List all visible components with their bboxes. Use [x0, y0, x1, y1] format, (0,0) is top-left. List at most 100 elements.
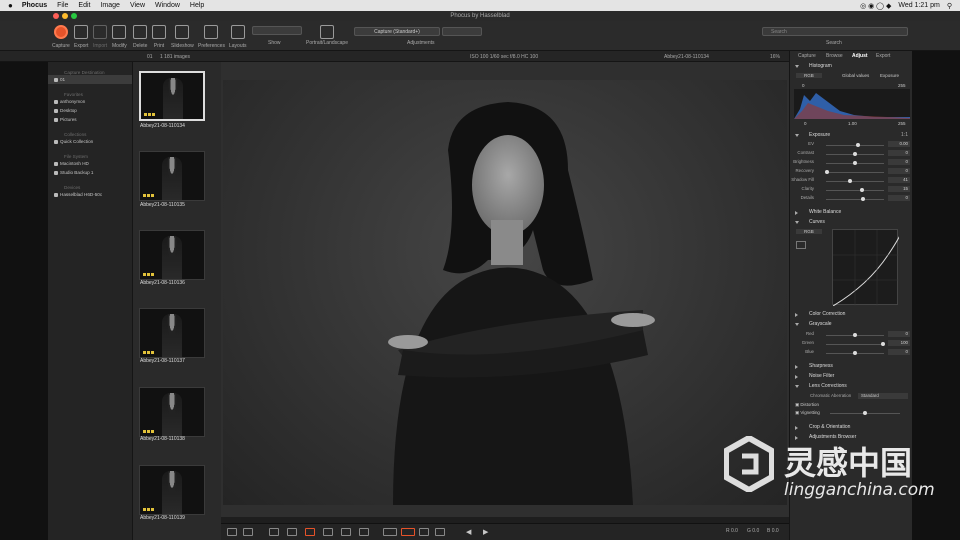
- slider-value[interactable]: 0: [888, 349, 910, 355]
- slider-value[interactable]: 0: [888, 150, 910, 156]
- menu-app[interactable]: Phocus: [22, 2, 47, 9]
- thumbnail[interactable]: [139, 465, 205, 515]
- levels-mid[interactable]: 1.00: [848, 121, 857, 126]
- slider-value[interactable]: 0: [888, 168, 910, 174]
- chromatic-aberration-select[interactable]: Standard: [858, 393, 908, 399]
- print-button[interactable]: Print: [152, 23, 166, 49]
- device-item[interactable]: Hasselblad H6D-50c: [48, 190, 132, 199]
- slider-ev[interactable]: EV 0.00: [790, 141, 913, 149]
- apple-icon[interactable]: ●: [8, 1, 13, 10]
- slider-shadow-fill[interactable]: Shadow Fill 41: [790, 177, 913, 185]
- zoom-icon[interactable]: [359, 528, 369, 536]
- thumbnail[interactable]: [139, 151, 205, 201]
- capture-button[interactable]: Capture: [52, 23, 70, 49]
- levels-low[interactable]: 0: [804, 121, 807, 126]
- slider-value[interactable]: 41: [888, 177, 910, 183]
- folder-item[interactable]: 01: [48, 75, 132, 84]
- slider-value[interactable]: 100: [888, 340, 910, 346]
- slider-brightness[interactable]: Brightness 0: [790, 159, 913, 167]
- minimize-window-button[interactable]: [62, 13, 68, 19]
- menu-view[interactable]: View: [130, 2, 145, 9]
- slider-value[interactable]: 0: [888, 159, 910, 165]
- menu-file[interactable]: File: [57, 2, 68, 9]
- slider-knob[interactable]: [855, 143, 860, 147]
- capture-mode-select[interactable]: Capture (Standard+): [354, 27, 440, 36]
- slideshow-button[interactable]: Slideshow: [171, 23, 194, 49]
- rating-stars[interactable]: [143, 194, 154, 197]
- tab-capture[interactable]: Capture: [798, 53, 816, 59]
- eyedropper-icon[interactable]: [796, 241, 806, 249]
- vignetting-slider[interactable]: [790, 409, 913, 417]
- slider-knob[interactable]: [861, 197, 866, 201]
- slider-value[interactable]: 0: [888, 331, 910, 337]
- slider-knob[interactable]: [853, 161, 857, 165]
- menu-edit[interactable]: Edit: [78, 2, 90, 9]
- global-values-toggle[interactable]: Global values: [842, 73, 869, 78]
- slider-knob[interactable]: [859, 188, 864, 192]
- import-button[interactable]: Import: [93, 23, 107, 49]
- panel-sharpness[interactable]: Sharpness: [790, 362, 913, 371]
- panel-white-balance[interactable]: White Balance: [790, 208, 913, 217]
- panel-exposure[interactable]: Exposure 1:1: [790, 131, 913, 140]
- rating-stars[interactable]: [143, 430, 154, 433]
- delete-button[interactable]: Delete: [133, 23, 147, 49]
- menu-window[interactable]: Window: [155, 2, 180, 9]
- clock[interactable]: Wed 1:21 pm: [898, 2, 940, 9]
- slider-recovery[interactable]: Recovery 0: [790, 168, 913, 176]
- slider-knob[interactable]: [853, 333, 857, 337]
- slider-clarity[interactable]: Clarity 15: [790, 186, 913, 194]
- rating-stars[interactable]: [143, 351, 154, 354]
- slider-contrast[interactable]: Contrast 0: [790, 150, 913, 158]
- slider-value[interactable]: 0: [888, 195, 910, 201]
- favorite-item[interactable]: Desktop: [48, 106, 132, 115]
- rating-stars[interactable]: [143, 273, 154, 276]
- modify-button[interactable]: Modify: [112, 23, 127, 49]
- grid-view-icon[interactable]: [227, 528, 237, 536]
- close-window-button[interactable]: [53, 13, 59, 19]
- menu-image[interactable]: Image: [100, 2, 119, 9]
- panel-lens-corrections[interactable]: Lens Corrections: [790, 382, 913, 391]
- thumbnail[interactable]: [139, 71, 205, 121]
- straighten-icon[interactable]: [287, 528, 297, 536]
- previous-image-button[interactable]: ◀: [466, 528, 471, 536]
- thumbnail[interactable]: [139, 230, 205, 280]
- compare-icon[interactable]: [435, 528, 445, 536]
- rating-stars[interactable]: [144, 113, 155, 116]
- slider-green[interactable]: Green 100: [790, 340, 913, 348]
- favorite-item[interactable]: anthonymon: [48, 97, 132, 106]
- exposure-toggle[interactable]: Exposure: [880, 73, 899, 78]
- crop-icon[interactable]: [269, 528, 279, 536]
- tab-browse[interactable]: Browse: [826, 53, 843, 59]
- brush-icon[interactable]: [305, 528, 315, 536]
- show-segmented-control[interactable]: [252, 26, 302, 35]
- panel-color-correction[interactable]: Color Correction: [790, 310, 913, 319]
- next-image-button[interactable]: ▶: [483, 528, 488, 536]
- tab-export[interactable]: Export: [876, 53, 890, 59]
- slider-knob[interactable]: [880, 342, 885, 346]
- adjustments-segmented-control[interactable]: [442, 27, 482, 36]
- slider-red[interactable]: Red 0: [790, 331, 913, 339]
- slider-blue[interactable]: Blue 0: [790, 349, 913, 357]
- thumbnail[interactable]: [139, 387, 205, 437]
- single-view-icon[interactable]: [243, 528, 253, 536]
- search-input[interactable]: Search: [762, 27, 908, 36]
- curves-mode-select[interactable]: RGB: [796, 229, 822, 234]
- curves-editor[interactable]: [832, 228, 903, 307]
- status-icons[interactable]: ◎ ◉ ◯ ◆: [860, 2, 891, 10]
- panel-grayscale[interactable]: Grayscale: [790, 320, 913, 329]
- slider-value[interactable]: 15: [888, 186, 910, 192]
- loupe-tool-icon[interactable]: [383, 528, 397, 536]
- slider-details[interactable]: Details 0: [790, 195, 913, 203]
- zoom-level[interactable]: 16%: [770, 54, 780, 60]
- slider-value[interactable]: 0.00: [888, 141, 910, 147]
- menu-help[interactable]: Help: [190, 2, 204, 9]
- drive-item[interactable]: Studio Backup 1: [48, 168, 132, 177]
- favorite-item[interactable]: Pictures: [48, 115, 132, 124]
- rating-stars[interactable]: [143, 508, 154, 511]
- main-photo[interactable]: [223, 80, 787, 505]
- histogram-mode-select[interactable]: RGB: [796, 73, 822, 78]
- grid-overlay-icon[interactable]: [419, 528, 429, 536]
- hand-icon[interactable]: [341, 528, 351, 536]
- panel-histogram[interactable]: Histogram: [790, 62, 913, 71]
- thumbnail[interactable]: [139, 308, 205, 358]
